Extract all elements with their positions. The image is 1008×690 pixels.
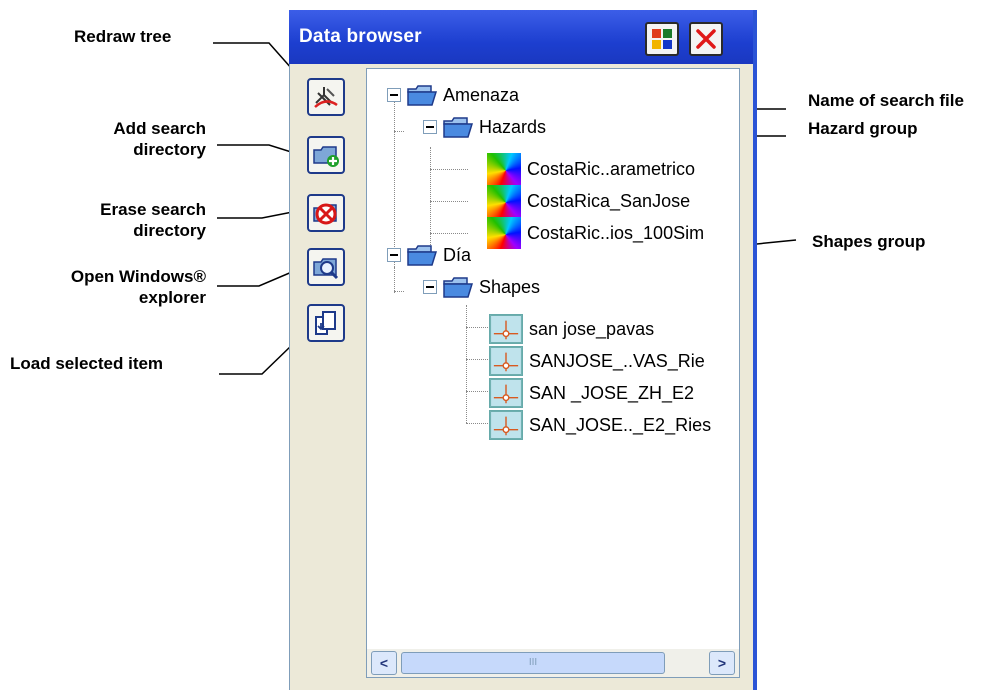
callout-text: Open Windows® <box>70 267 206 286</box>
layout-button[interactable] <box>645 22 679 56</box>
scroll-right-button[interactable]: > <box>709 651 735 675</box>
callout-text: Erase search <box>100 200 206 219</box>
title-bar[interactable]: Data browser <box>289 10 753 64</box>
callout-text: directory <box>133 221 206 240</box>
tree-item-label: SANJOSE_..VAS_Rie <box>529 350 705 371</box>
load-selected-item-button[interactable] <box>307 304 345 342</box>
callout-text: Add search <box>113 119 206 138</box>
scroll-thumb[interactable]: III <box>401 652 665 674</box>
shapefile-icon <box>489 346 523 376</box>
callout-text: Load selected item <box>10 354 164 373</box>
tree-node-hazards[interactable]: Hazards <box>423 111 546 143</box>
tree-node-label: Hazards <box>479 116 547 137</box>
tree-node-label: Día <box>443 244 472 265</box>
folder-open-icon <box>407 245 437 266</box>
shapefile-icon <box>489 378 523 408</box>
tree-item-label: SAN_JOSE.._E2_Ries <box>529 414 712 435</box>
add-folder-icon <box>313 146 339 167</box>
tree-item-shape[interactable]: SAN _JOSE_ZH_E2 <box>489 377 694 409</box>
tree-node-label: Amenaza <box>443 84 520 105</box>
tree-connector <box>430 169 468 170</box>
tree-view[interactable]: Amenaza Hazards CostaRic..arametrico Cos… <box>366 68 740 678</box>
folder-open-icon <box>443 117 473 138</box>
tree-connector <box>466 359 490 360</box>
callout-text: explorer <box>138 288 206 307</box>
callout-hazard-group: Hazard group <box>808 118 918 139</box>
tree-connector <box>394 291 404 292</box>
tree-item-label: SAN _JOSE_ZH_E2 <box>529 382 695 403</box>
redraw-tree-button[interactable] <box>307 78 345 116</box>
redraw-tree-icon <box>314 87 338 108</box>
tree-connector <box>430 201 468 202</box>
tree-item-label: san jose_pavas <box>529 318 655 339</box>
callout-redraw-tree: Redraw tree <box>74 26 171 47</box>
data-browser-panel: Data browser Amenaza Hazards CostaRic..a… <box>289 10 761 690</box>
close-button[interactable] <box>689 22 723 56</box>
tree-connector <box>466 391 490 392</box>
tree-node-amenaza[interactable]: Amenaza <box>387 79 519 111</box>
layout-icon <box>652 29 672 49</box>
tree-item-label: CostaRic..ios_100Sim <box>527 222 705 243</box>
tree-item-shape[interactable]: SANJOSE_..VAS_Rie <box>489 345 705 377</box>
shapefile-icon <box>489 410 523 440</box>
chevron-right-icon: > <box>717 655 727 671</box>
horizontal-scrollbar[interactable]: < III > <box>367 649 739 677</box>
panel-border <box>753 10 757 690</box>
chevron-left-icon: < <box>379 655 389 671</box>
erase-folder-icon <box>313 203 337 225</box>
hazard-map-icon <box>487 185 521 217</box>
open-explorer-button[interactable] <box>307 248 345 286</box>
callout-text: Redraw tree <box>74 27 172 46</box>
callout-text: directory <box>133 140 206 159</box>
tree-connector <box>394 131 404 132</box>
collapse-icon[interactable] <box>423 280 437 294</box>
hazard-map-icon <box>487 217 521 249</box>
tree-connector <box>466 423 490 424</box>
callout-shapes-group: Shapes group <box>812 231 925 252</box>
callout-text: Shapes group <box>812 232 926 251</box>
tree-item-label: CostaRica_SanJose <box>527 190 691 211</box>
tree-node-label: Shapes <box>479 276 541 297</box>
callout-load-selected-item: Load selected item <box>10 353 163 374</box>
close-icon <box>696 29 716 49</box>
add-search-directory-button[interactable] <box>307 136 345 174</box>
folder-open-icon <box>407 85 437 106</box>
erase-search-directory-button[interactable] <box>307 194 345 232</box>
folder-open-icon <box>443 277 473 298</box>
tree-node-dia[interactable]: Día <box>387 239 471 271</box>
load-item-icon <box>315 311 336 335</box>
callout-name-of-search-file: Name of search file <box>808 90 964 111</box>
callout-open-windows-explorer: Open Windows® explorer <box>56 266 206 308</box>
panel-title: Data browser <box>299 26 422 47</box>
explore-folder-icon <box>313 258 339 280</box>
scroll-left-button[interactable]: < <box>371 651 397 675</box>
tree-connector <box>430 233 468 234</box>
grip-icon: III <box>528 657 538 668</box>
collapse-icon[interactable] <box>423 120 437 134</box>
tree-item-shape[interactable]: san jose_pavas <box>489 313 654 345</box>
tree-item-shape[interactable]: SAN_JOSE.._E2_Ries <box>489 409 711 441</box>
hazard-map-icon <box>487 153 521 185</box>
callout-text: Name of search file <box>808 91 964 110</box>
tree-connector <box>466 327 490 328</box>
callout-erase-search-directory: Erase search directory <box>66 199 206 241</box>
tree-connector <box>466 305 467 423</box>
tree-item-hazard[interactable]: CostaRic..ios_100Sim <box>487 217 704 249</box>
tree-item-label: CostaRic..arametrico <box>527 158 696 179</box>
shapefile-icon <box>489 314 523 344</box>
collapse-icon[interactable] <box>387 88 401 102</box>
collapse-icon[interactable] <box>387 248 401 262</box>
callout-text: Hazard group <box>808 119 918 138</box>
callout-add-search-directory: Add search directory <box>86 118 206 160</box>
tree-node-shapes[interactable]: Shapes <box>423 271 540 303</box>
tree-item-hazard[interactable]: CostaRic..arametrico <box>487 153 695 185</box>
tree-item-hazard[interactable]: CostaRica_SanJose <box>487 185 690 217</box>
